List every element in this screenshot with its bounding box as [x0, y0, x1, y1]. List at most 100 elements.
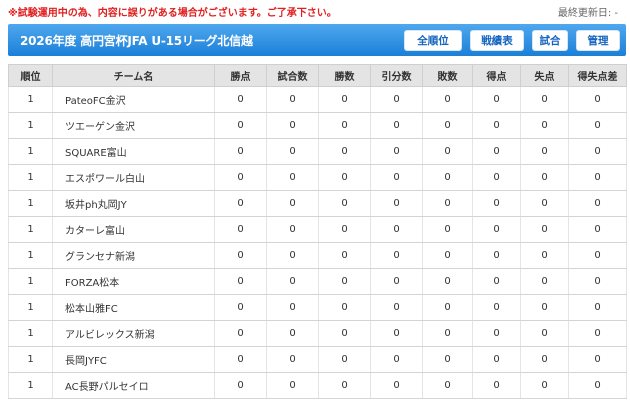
- goal-difference-cell: 0: [568, 372, 627, 399]
- won-cell: 0: [318, 138, 371, 165]
- team-name-cell: ツエーゲン金沢: [52, 112, 215, 139]
- won-cell: 0: [318, 242, 371, 269]
- results-table-button[interactable]: 戦績表: [470, 30, 524, 51]
- drawn-cell: 0: [370, 190, 423, 217]
- played-cell: 0: [266, 242, 319, 269]
- col-lost: 敗数: [422, 64, 473, 87]
- lost-cell: 0: [422, 190, 473, 217]
- goals-against-cell: 0: [520, 320, 569, 347]
- goals-against-cell: 0: [520, 112, 569, 139]
- goals-against-cell: 0: [520, 268, 569, 295]
- goal-difference-cell: 0: [568, 86, 627, 113]
- goals-for-cell: 0: [472, 268, 521, 295]
- team-name-cell: FORZA松本: [52, 268, 215, 295]
- rank-cell: 1: [8, 190, 53, 217]
- goal-difference-cell: 0: [568, 138, 627, 165]
- goals-against-cell: 0: [520, 86, 569, 113]
- goals-against-cell: 0: [520, 216, 569, 243]
- won-cell: 0: [318, 190, 371, 217]
- table-row: 1 ツエーゲン金沢 0 0 0 0 0 0 0 0: [8, 112, 627, 139]
- goals-for-cell: 0: [472, 294, 521, 321]
- goals-for-cell: 0: [472, 346, 521, 373]
- played-cell: 0: [266, 138, 319, 165]
- goal-difference-cell: 0: [568, 164, 627, 191]
- goal-difference-cell: 0: [568, 294, 627, 321]
- team-name-cell: カターレ富山: [52, 216, 215, 243]
- drawn-cell: 0: [370, 346, 423, 373]
- table-row: 1 松本山雅FC 0 0 0 0 0 0 0 0: [8, 294, 627, 321]
- table-row: 1 カターレ富山 0 0 0 0 0 0 0 0: [8, 216, 627, 243]
- points-cell: 0: [214, 346, 267, 373]
- lost-cell: 0: [422, 112, 473, 139]
- team-name-cell: AC長野パルセイロ: [52, 372, 215, 399]
- rank-cell: 1: [8, 346, 53, 373]
- drawn-cell: 0: [370, 242, 423, 269]
- goals-for-cell: 0: [472, 242, 521, 269]
- team-name-cell: SQUARE富山: [52, 138, 215, 165]
- won-cell: 0: [318, 216, 371, 243]
- goals-against-cell: 0: [520, 294, 569, 321]
- rank-cell: 1: [8, 164, 53, 191]
- team-name-cell: PateoFC金沢: [52, 86, 215, 113]
- all-standings-button[interactable]: 全順位: [404, 30, 462, 51]
- drawn-cell: 0: [370, 86, 423, 113]
- league-title: 2026年度 高円宮杯JFA U-15リーグ北信越: [20, 34, 253, 48]
- col-drawn: 引分数: [370, 64, 423, 87]
- goals-for-cell: 0: [472, 138, 521, 165]
- points-cell: 0: [214, 372, 267, 399]
- team-name-cell: エスポワール白山: [52, 164, 215, 191]
- table-row: 1 エスポワール白山 0 0 0 0 0 0 0 0: [8, 164, 627, 191]
- rank-cell: 1: [8, 320, 53, 347]
- team-name-cell: 松本山雅FC: [52, 294, 215, 321]
- drawn-cell: 0: [370, 294, 423, 321]
- drawn-cell: 0: [370, 268, 423, 295]
- played-cell: 0: [266, 112, 319, 139]
- goals-against-cell: 0: [520, 164, 569, 191]
- trial-notice: ※試験運用中の為、内容に誤りがある場合がございます。ご了承下さい。: [8, 8, 337, 19]
- played-cell: 0: [266, 190, 319, 217]
- won-cell: 0: [318, 346, 371, 373]
- points-cell: 0: [214, 242, 267, 269]
- header-row: 順位 チーム名 勝点 試合数 勝数 引分数 敗数 得点 失点 得失点差: [8, 64, 627, 87]
- team-name-cell: グランセナ新潟: [52, 242, 215, 269]
- lost-cell: 0: [422, 216, 473, 243]
- lost-cell: 0: [422, 86, 473, 113]
- played-cell: 0: [266, 268, 319, 295]
- goals-for-cell: 0: [472, 216, 521, 243]
- rank-cell: 1: [8, 268, 53, 295]
- points-cell: 0: [214, 320, 267, 347]
- goals-for-cell: 0: [472, 320, 521, 347]
- points-cell: 0: [214, 216, 267, 243]
- col-played: 試合数: [266, 64, 319, 87]
- admin-button[interactable]: 管理: [576, 30, 620, 51]
- goals-against-cell: 0: [520, 242, 569, 269]
- lost-cell: 0: [422, 294, 473, 321]
- rank-cell: 1: [8, 372, 53, 399]
- team-name-cell: アルビレックス新潟: [52, 320, 215, 347]
- goals-for-cell: 0: [472, 112, 521, 139]
- goals-for-cell: 0: [472, 372, 521, 399]
- drawn-cell: 0: [370, 164, 423, 191]
- lost-cell: 0: [422, 242, 473, 269]
- goals-for-cell: 0: [472, 86, 521, 113]
- goal-difference-cell: 0: [568, 320, 627, 347]
- col-team: チーム名: [52, 64, 215, 87]
- played-cell: 0: [266, 294, 319, 321]
- rank-cell: 1: [8, 86, 53, 113]
- goal-difference-cell: 0: [568, 242, 627, 269]
- goal-difference-cell: 0: [568, 346, 627, 373]
- played-cell: 0: [266, 216, 319, 243]
- rank-cell: 1: [8, 294, 53, 321]
- table-row: 1 アルビレックス新潟 0 0 0 0 0 0 0 0: [8, 320, 627, 347]
- drawn-cell: 0: [370, 216, 423, 243]
- played-cell: 0: [266, 320, 319, 347]
- rank-cell: 1: [8, 216, 53, 243]
- won-cell: 0: [318, 86, 371, 113]
- points-cell: 0: [214, 164, 267, 191]
- last-updated: 最終更新日: -: [557, 8, 618, 19]
- matches-button[interactable]: 試合: [532, 30, 568, 51]
- points-cell: 0: [214, 268, 267, 295]
- table-row: 1 FORZA松本 0 0 0 0 0 0 0 0: [8, 268, 627, 295]
- won-cell: 0: [318, 320, 371, 347]
- points-cell: 0: [214, 190, 267, 217]
